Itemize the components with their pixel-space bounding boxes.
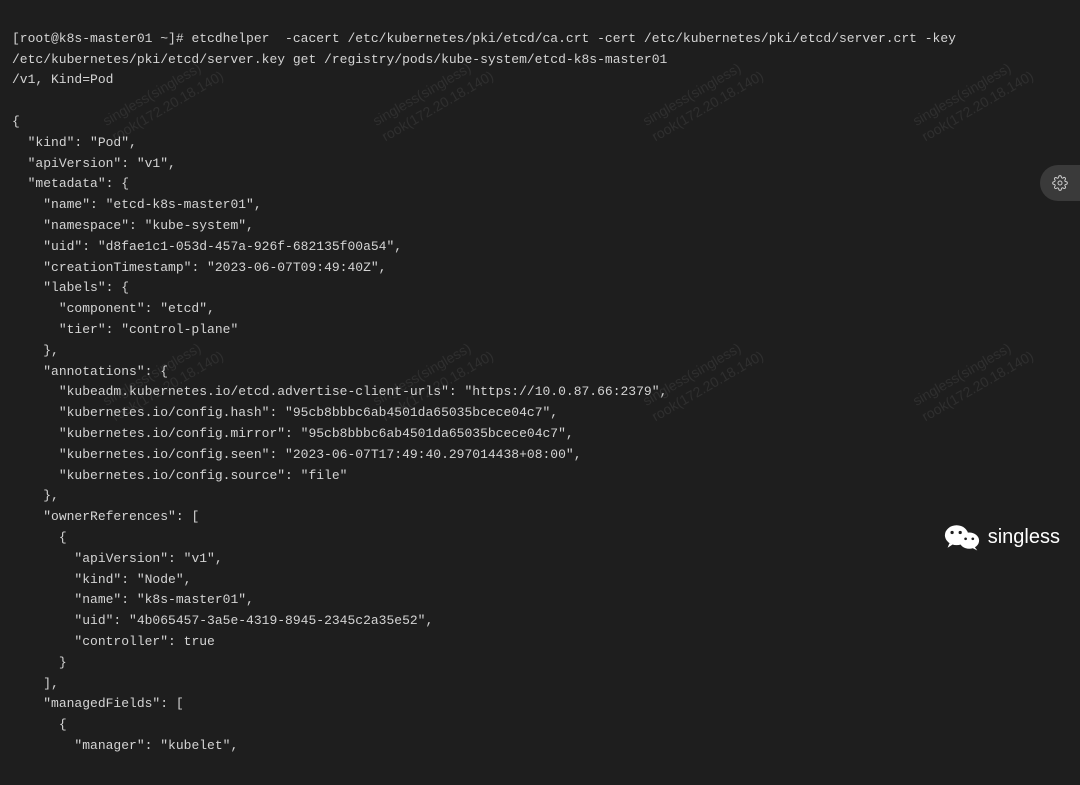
terminal-content: [root@k8s-master01 ~]# etcdhelper -cacer… (12, 29, 1068, 757)
json-output-block: { "kind": "Pod", "apiVersion": "v1", "me… (12, 114, 667, 753)
signature: singless (944, 521, 1060, 553)
terminal-output: [root@k8s-master01 ~]# etcdhelper -cacer… (0, 0, 1080, 785)
output-header: /v1, Kind=Pod (12, 70, 1068, 91)
settings-button[interactable] (1040, 165, 1080, 201)
wechat-icon (944, 522, 980, 552)
signature-text: singless (988, 521, 1060, 553)
shell-prompt: [root@k8s-master01 ~]# (12, 31, 191, 46)
gear-icon (1052, 175, 1068, 191)
